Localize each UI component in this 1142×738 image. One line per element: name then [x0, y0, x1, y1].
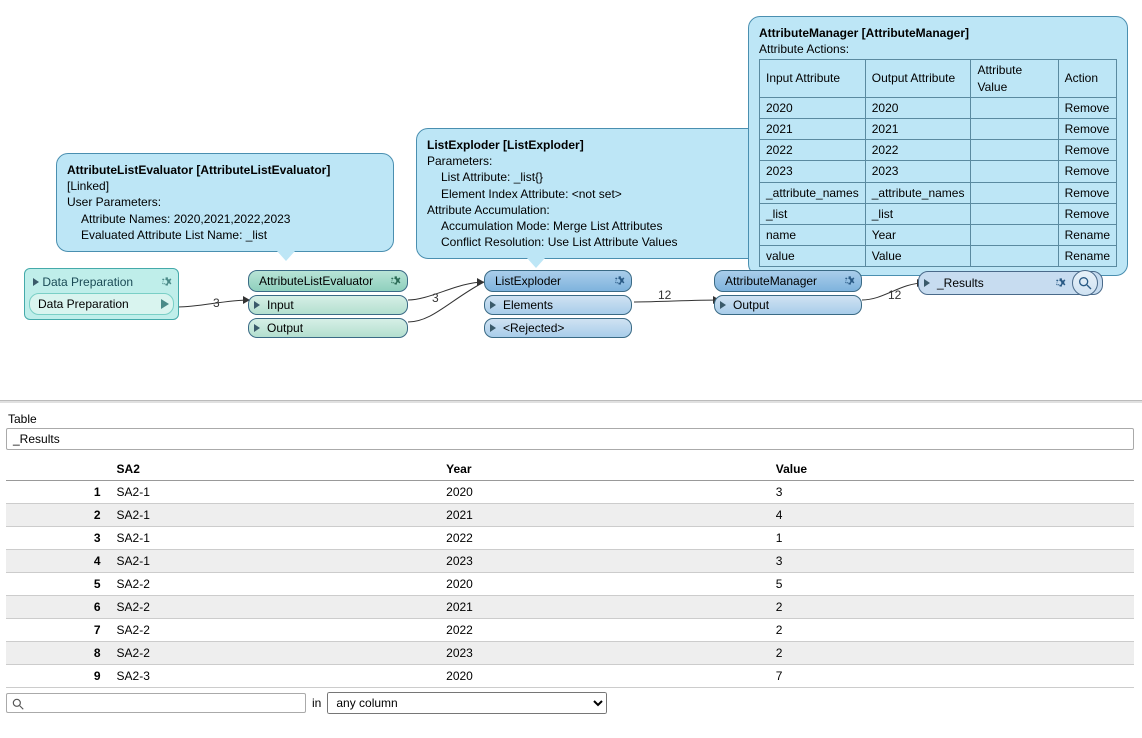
gear-icon[interactable] — [158, 275, 172, 289]
gear-icon[interactable] — [1052, 276, 1066, 290]
search-icon — [11, 697, 25, 711]
link-count-4: 12 — [888, 288, 901, 302]
port-input[interactable]: Input — [248, 295, 408, 315]
link-count-3: 12 — [658, 288, 671, 302]
transformer-attributemanager[interactable]: AttributeManager Output — [714, 270, 862, 315]
chevron-right-icon — [254, 298, 260, 312]
results-table[interactable]: SA2YearValue 1SA2-1202032SA2-1202143SA2-… — [6, 458, 1134, 688]
transformer-attributelistevaluator[interactable]: AttributeListEvaluator Input Output — [248, 270, 408, 338]
chevron-right-icon — [720, 298, 726, 312]
port-rejected[interactable]: <Rejected> — [484, 318, 632, 338]
search-in-label: in — [312, 696, 321, 710]
workflow-canvas[interactable]: 3 3 12 12 Data Preparation Data Preparat… — [0, 0, 1142, 400]
gear-icon[interactable] — [387, 274, 401, 288]
table-row[interactable]: 5SA2-220205 — [6, 573, 1134, 596]
transformer-listexploder[interactable]: ListExploder Elements <Rejected> — [484, 270, 632, 338]
port-output[interactable]: Output — [714, 295, 862, 315]
data-inspector-pane: Table _Results SA2YearValue 1SA2-1202032… — [0, 404, 1142, 720]
transformer-title[interactable]: ListExploder — [484, 270, 632, 292]
tooltip-ale: AttributeListEvaluator [AttributeListEva… — [56, 153, 394, 252]
port-output[interactable]: Output — [248, 318, 408, 338]
port-elements[interactable]: Elements — [484, 295, 632, 315]
transformer-title[interactable]: AttributeListEvaluator — [248, 270, 408, 292]
chevron-right-icon — [254, 321, 260, 335]
chevron-right-icon — [161, 298, 169, 312]
table-row[interactable]: 7SA2-220222 — [6, 619, 1134, 642]
chevron-right-icon — [490, 321, 496, 335]
dataset-selector[interactable]: _Results — [6, 428, 1134, 450]
table-row[interactable]: 6SA2-220212 — [6, 596, 1134, 619]
tooltip-attributemanager: AttributeManager [AttributeManager] Attr… — [748, 16, 1128, 276]
table-column-header[interactable]: Year — [438, 458, 768, 481]
feature-cache-results[interactable]: _Results — [918, 271, 1103, 295]
link-count-2: 3 — [432, 291, 439, 305]
table-row[interactable]: 1SA2-120203 — [6, 481, 1134, 504]
table-row[interactable]: 8SA2-220232 — [6, 642, 1134, 665]
gear-icon[interactable] — [611, 274, 625, 288]
link-count-1: 3 — [213, 296, 220, 310]
search-input[interactable] — [6, 693, 306, 713]
table-row[interactable]: 2SA2-120214 — [6, 504, 1134, 527]
bookmark-output-port[interactable]: Data Preparation — [29, 293, 174, 315]
table-row[interactable]: 3SA2-120221 — [6, 527, 1134, 550]
table-row[interactable]: 4SA2-120233 — [6, 550, 1134, 573]
expand-icon — [33, 278, 39, 286]
bookmark-data-preparation[interactable]: Data Preparation Data Preparation — [24, 268, 179, 320]
gear-icon[interactable] — [841, 274, 855, 288]
table-column-header[interactable]: SA2 — [109, 458, 439, 481]
table-row[interactable]: 9SA2-320207 — [6, 665, 1134, 688]
search-column-select[interactable]: any column — [327, 692, 607, 714]
table-column-header[interactable]: Value — [768, 458, 1134, 481]
chevron-right-icon — [490, 298, 496, 312]
chevron-right-icon — [924, 279, 930, 287]
tooltip-attr-table: Input AttributeOutput AttributeAttribute… — [759, 59, 1117, 267]
transformer-title[interactable]: AttributeManager — [714, 270, 862, 292]
inspect-icon[interactable] — [1072, 270, 1098, 296]
tooltip-listexploder: ListExploder [ListExploder] Parameters: … — [416, 128, 766, 259]
table-label: Table — [8, 412, 1136, 426]
bookmark-title: Data Preparation — [42, 275, 133, 289]
